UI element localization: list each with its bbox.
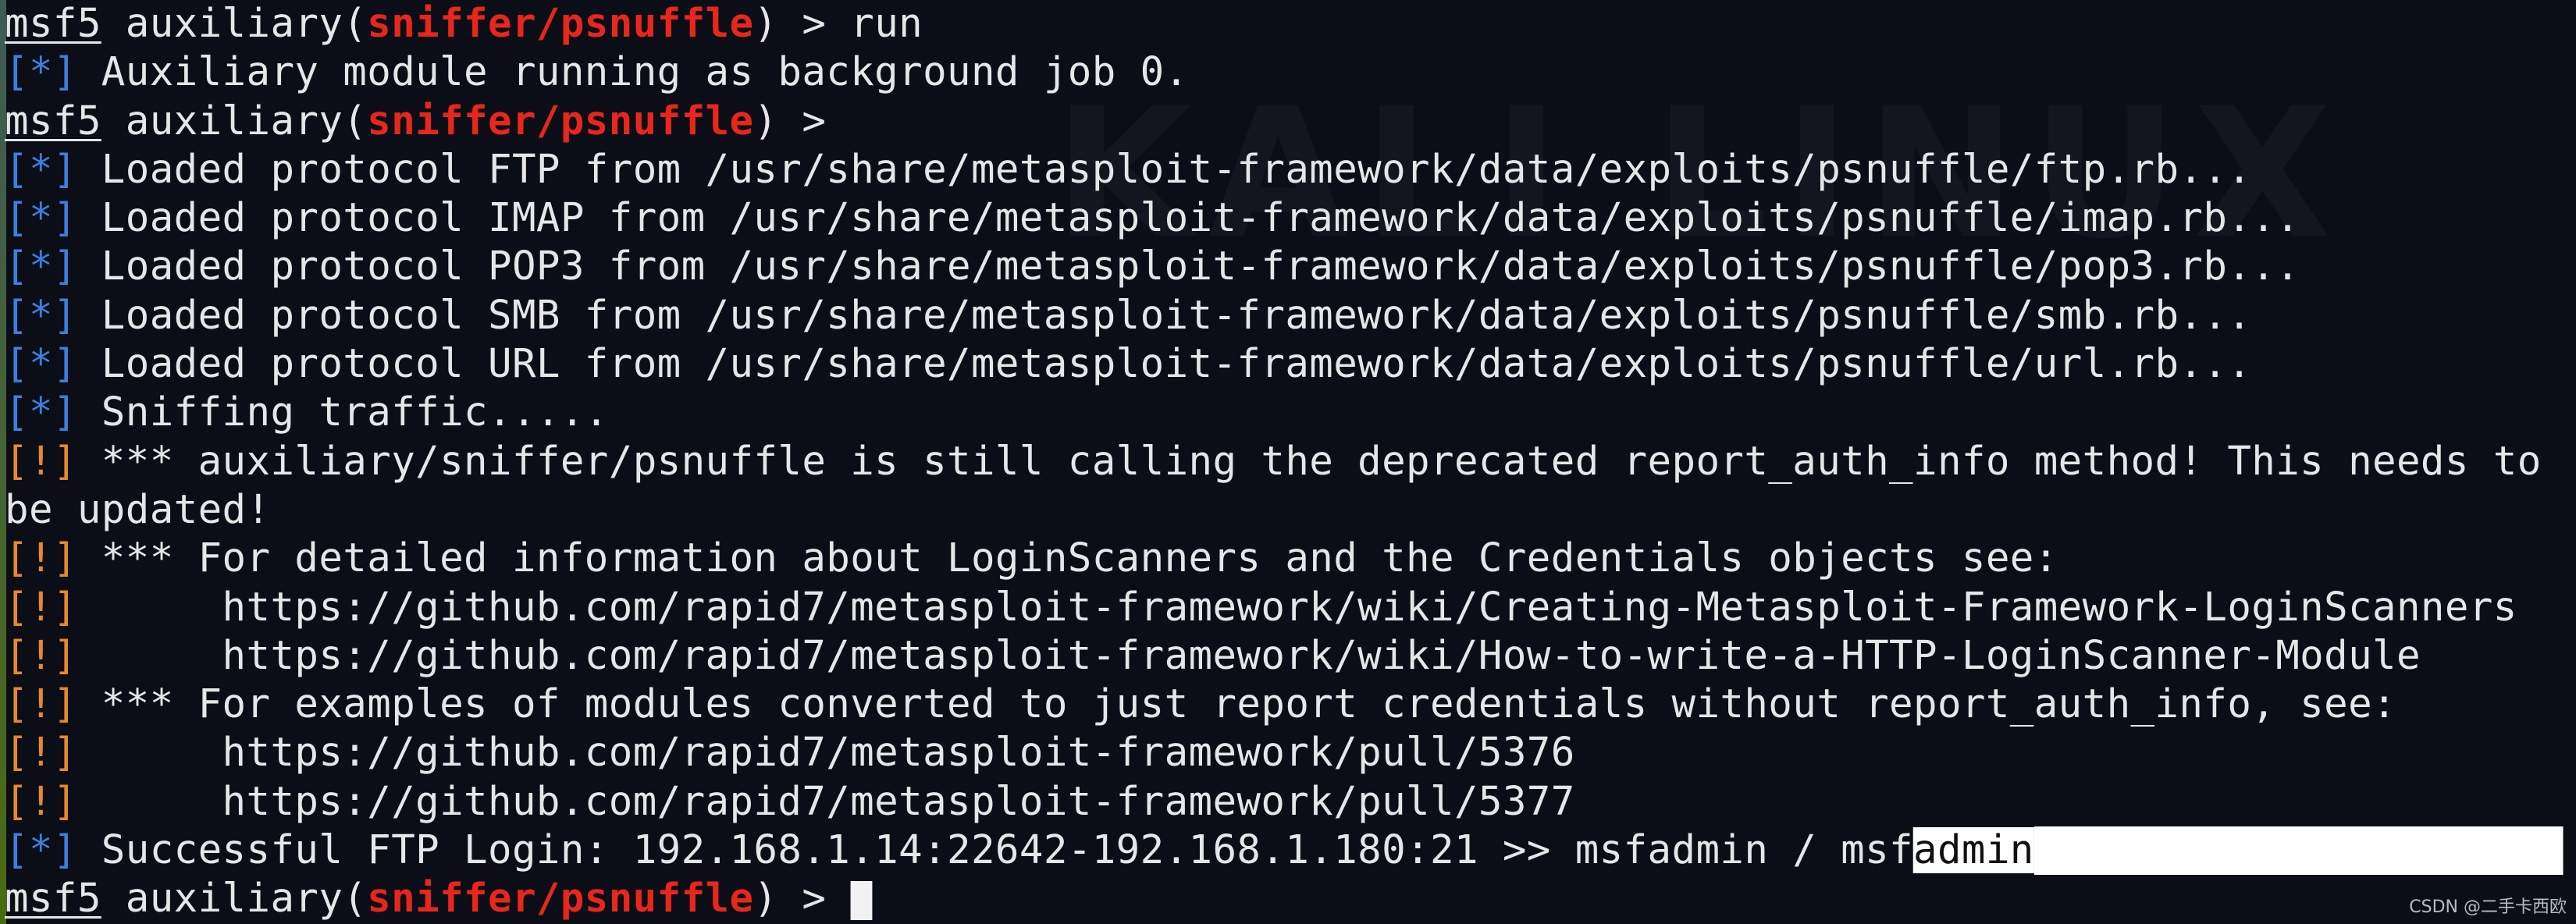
terminal-line: [*] Loaded protocol SMB from /usr/share/… [5,292,2564,340]
warning-status-marker: [!] [5,730,77,777]
terminal-text: *** For detailed information about Login… [76,535,2058,582]
terminal-line: [*] Loaded protocol IMAP from /usr/share… [5,194,2564,243]
terminal-line: [*] Successful FTP Login: 192.168.1.14:2… [5,826,2564,876]
terminal-text: ) > [753,876,851,922]
terminal-text: Loaded protocol POP3 from /usr/share/met… [76,243,2300,290]
warning-status-marker: [!] [5,632,77,679]
module-name: sniffer/psnuffle [367,98,754,144]
terminal-cursor [850,881,873,921]
terminal-line: [!] *** For examples of modules converte… [5,681,2564,729]
terminal-line: be updated! [5,486,2564,535]
msf-prompt: msf5 [5,98,101,144]
msf-prompt: msf5 [5,1,101,47]
terminal-text: *** auxiliary/sniffer/psnuffle is still … [76,438,2542,485]
terminal-text: Auxiliary module running as background j… [76,49,1189,96]
terminal-text: Loaded protocol FTP from /usr/share/meta… [76,146,2252,193]
info-status-marker: [*] [5,827,77,874]
info-status-marker: [*] [5,341,77,388]
terminal-text: auxiliary( [101,876,368,922]
warning-status-marker: [!] [5,584,77,631]
module-name: sniffer/psnuffle [367,1,754,47]
warning-status-marker: [!] [5,681,77,728]
warning-status-marker: [!] [5,535,77,582]
terminal-line: [!] https://github.com/rapid7/metasploit… [5,584,2564,632]
info-status-marker: [*] [5,292,77,339]
info-status-marker: [*] [5,49,77,96]
info-status-marker: [*] [5,146,77,193]
info-status-marker: [*] [5,195,77,242]
terminal-line: [!] https://github.com/rapid7/metasploit… [5,632,2564,681]
terminal-line: [!] *** auxiliary/sniffer/psnuffle is st… [5,438,2564,486]
warning-status-marker: [!] [5,438,77,485]
selected-text: admin [1912,827,2034,874]
terminal-line: [!] https://github.com/rapid7/metasploit… [5,729,2564,777]
terminal-line: [*] Sniffing traffic..... [5,389,2564,437]
terminal-output[interactable]: msf5 auxiliary(sniffer/psnuffle) > run [*… [5,0,2564,924]
terminal-text: auxiliary( [101,98,368,144]
terminal-text: Sniffing traffic..... [76,389,609,436]
info-status-marker: [*] [5,389,77,436]
terminal-line: [!] *** For detailed information about L… [5,535,2564,583]
terminal-text: ) > [753,98,827,144]
selection-highlight [2033,826,2564,876]
terminal-line: msf5 auxiliary(sniffer/psnuffle) > [5,875,2564,923]
terminal-text: Loaded protocol IMAP from /usr/share/met… [76,195,2300,242]
terminal-line: msf5 auxiliary(sniffer/psnuffle) > run [5,0,2564,48]
info-status-marker: [*] [5,243,77,290]
csdn-watermark: CSDN @二手卡西欧 [2409,897,2567,917]
terminal-line: [!] https://github.com/rapid7/metasploit… [5,778,2564,826]
msf-prompt: msf5 [5,876,101,922]
terminal-line: [*] Auxiliary module running as backgrou… [5,48,2564,97]
terminal-text: https://github.com/rapid7/metasploit-fra… [76,584,2517,631]
terminal-text: https://github.com/rapid7/metasploit-fra… [76,730,1575,777]
terminal-text: Loaded protocol SMB from /usr/share/meta… [76,292,2252,339]
terminal-line: [*] Loaded protocol POP3 from /usr/share… [5,243,2564,291]
terminal-text: auxiliary( [101,1,368,47]
terminal-text: https://github.com/rapid7/metasploit-fra… [76,632,2421,679]
terminal-line: msf5 auxiliary(sniffer/psnuffle) > [5,98,2564,146]
module-name: sniffer/psnuffle [367,876,754,922]
terminal-line: [*] Loaded protocol URL from /usr/share/… [5,340,2564,389]
terminal-text: Successful FTP Login: 192.168.1.14:22642… [76,827,1913,874]
terminal-text: be updated! [5,486,271,533]
warning-status-marker: [!] [5,778,77,825]
terminal-line: [*] Loaded protocol FTP from /usr/share/… [5,146,2564,194]
terminal-text: https://github.com/rapid7/metasploit-fra… [76,778,1575,825]
terminal-text: ) > run [753,1,923,47]
terminal-text: *** For examples of modules converted to… [76,681,2396,728]
terminal-text: Loaded protocol URL from /usr/share/meta… [76,341,2252,388]
